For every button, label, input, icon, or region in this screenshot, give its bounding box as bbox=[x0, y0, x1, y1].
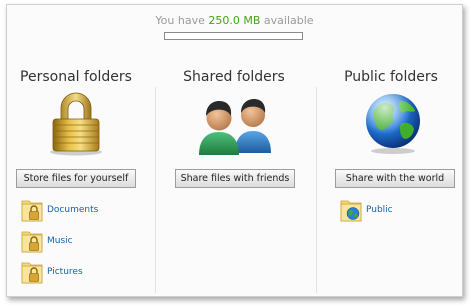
column-divider bbox=[155, 87, 156, 293]
folder-label: Public bbox=[366, 205, 393, 215]
quota-text: You have 250.0 MB available bbox=[7, 14, 462, 27]
personal-folders-title: Personal folders bbox=[20, 69, 132, 85]
public-folders-title: Public folders bbox=[344, 69, 438, 85]
folder-item-pictures[interactable]: Pictures bbox=[21, 260, 83, 284]
quota-progress-bar bbox=[164, 32, 303, 40]
folder-item-music[interactable]: Music bbox=[21, 229, 73, 253]
quota-suffix: available bbox=[263, 14, 314, 27]
share-files-button[interactable]: Share files with friends bbox=[175, 169, 295, 188]
locked-folder-icon bbox=[21, 262, 43, 284]
column-divider bbox=[316, 87, 317, 293]
globe-folder-icon bbox=[340, 200, 362, 222]
folder-item-public[interactable]: Public bbox=[340, 198, 393, 222]
locked-folder-icon bbox=[21, 231, 43, 253]
storage-panel: You have 250.0 MB available Personal fol… bbox=[6, 4, 463, 297]
share-with-world-button[interactable]: Share with the world bbox=[335, 169, 455, 188]
folder-label: Documents bbox=[47, 205, 99, 215]
folder-item-documents[interactable]: Documents bbox=[21, 198, 98, 222]
quota-amount: 250.0 MB bbox=[208, 14, 261, 27]
folder-label: Pictures bbox=[47, 267, 83, 277]
quota-prefix: You have bbox=[155, 14, 205, 27]
locked-folder-icon bbox=[21, 200, 43, 222]
people-icon bbox=[199, 99, 271, 155]
globe-icon bbox=[366, 94, 420, 154]
folder-label: Music bbox=[47, 236, 73, 246]
padlock-icon bbox=[50, 92, 102, 156]
store-files-button[interactable]: Store files for yourself bbox=[16, 169, 136, 188]
shared-folders-title: Shared folders bbox=[183, 69, 285, 85]
